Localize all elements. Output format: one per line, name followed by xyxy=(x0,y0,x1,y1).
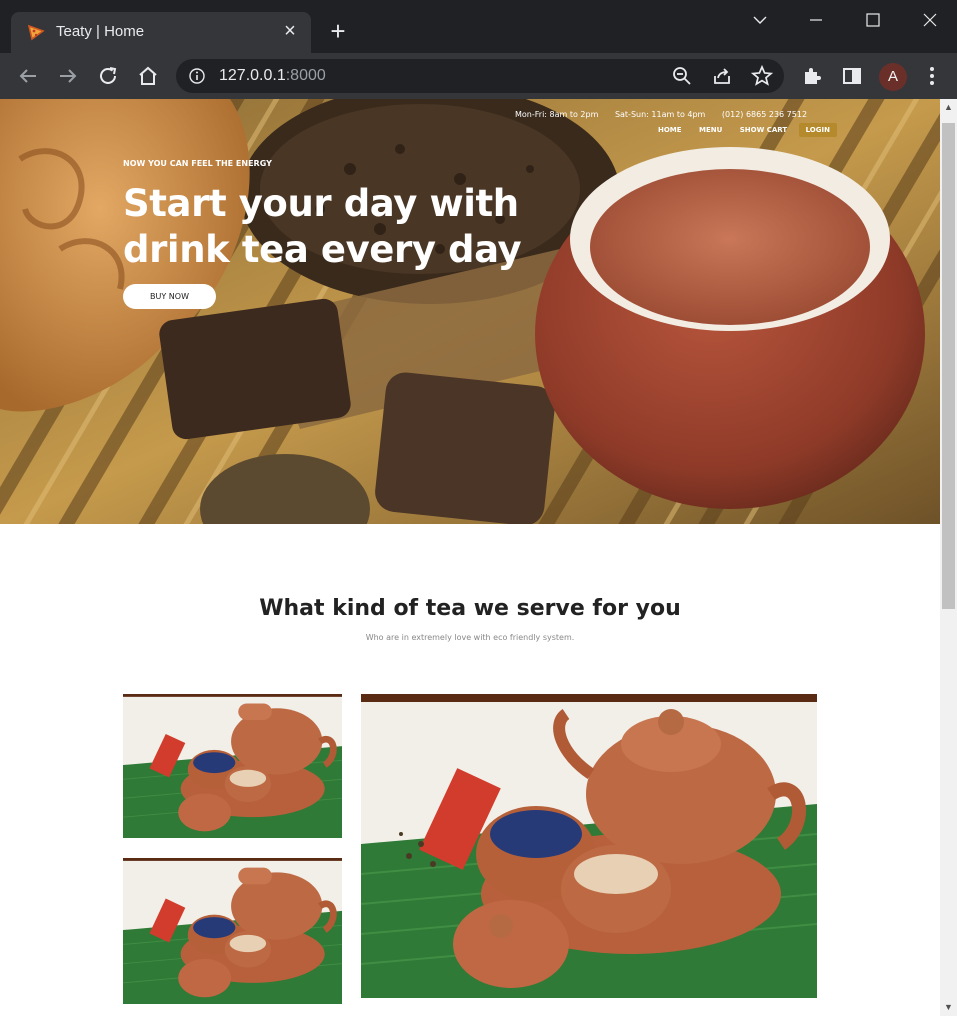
url-port: :8000 xyxy=(285,67,326,84)
page-scrollbar[interactable]: ▲ ▼ xyxy=(940,99,957,1016)
tab-close-icon[interactable]: × xyxy=(279,20,301,42)
zoom-icon[interactable] xyxy=(670,64,694,88)
scroll-thumb[interactable] xyxy=(942,123,955,609)
extensions-puzzle-icon[interactable] xyxy=(800,64,824,88)
tab-search-chevron-icon[interactable] xyxy=(745,8,775,32)
nav-show-cart[interactable]: SHOW CART xyxy=(740,126,787,134)
tea-set-image xyxy=(123,694,342,838)
hero-banner: Mon-Fri: 8am to 2pm Sat-Sun: 11am to 4pm… xyxy=(0,99,940,524)
side-panel-icon[interactable] xyxy=(840,64,864,88)
maximize-icon[interactable] xyxy=(858,8,888,32)
browser-toolbar: 127.0.0.1:8000 A xyxy=(0,53,957,99)
hero-contact-info: Mon-Fri: 8am to 2pm Sat-Sun: 11am to 4pm… xyxy=(515,110,821,119)
nav-home[interactable]: HOME xyxy=(658,126,682,134)
bookmark-star-icon[interactable] xyxy=(750,64,774,88)
reload-icon[interactable] xyxy=(96,64,120,88)
login-button[interactable]: LOGIN xyxy=(798,123,837,137)
buy-now-button[interactable]: BUY NOW xyxy=(123,284,216,309)
tea-set-photo-small-2[interactable] xyxy=(123,858,342,1004)
url-host: 127.0.0.1 xyxy=(219,67,286,84)
page-viewport: Mon-Fri: 8am to 2pm Sat-Sun: 11am to 4pm… xyxy=(0,99,940,1016)
hours-weekday: Mon-Fri: 8am to 2pm xyxy=(515,110,599,119)
scroll-up-icon[interactable]: ▲ xyxy=(940,99,957,116)
forward-arrow-icon[interactable] xyxy=(56,64,80,88)
share-icon[interactable] xyxy=(710,64,734,88)
address-bar[interactable]: 127.0.0.1:8000 xyxy=(176,59,784,93)
tea-set-photo-small-1[interactable] xyxy=(123,694,342,838)
main-nav: HOME MENU SHOW CART LOGIN xyxy=(658,123,837,137)
profile-avatar[interactable]: A xyxy=(879,63,907,91)
browser-tab[interactable]: Teaty | Home × xyxy=(11,12,311,53)
url-text[interactable]: 127.0.0.1:8000 xyxy=(219,67,326,85)
browser-titlebar: Teaty | Home × + xyxy=(0,0,957,53)
hero-title: Start your day with drink tea every day xyxy=(123,182,522,271)
section-title: What kind of tea we serve for you xyxy=(259,596,681,621)
tab-title: Teaty | Home xyxy=(56,23,145,40)
pizza-favicon-icon xyxy=(27,24,45,41)
home-icon[interactable] xyxy=(136,64,160,88)
hours-weekend: Sat-Sun: 11am to 4pm xyxy=(614,110,706,119)
tea-set-image xyxy=(123,858,342,1004)
tea-set-image xyxy=(361,694,817,998)
hero-kicker: NOW YOU CAN FEEL THE ENERGY xyxy=(123,159,272,168)
site-info-icon[interactable] xyxy=(188,67,206,85)
section-subtitle: Who are in extremely love with eco frien… xyxy=(365,633,575,642)
nav-menu[interactable]: MENU xyxy=(699,126,722,134)
close-window-icon[interactable] xyxy=(915,8,945,32)
scroll-down-icon[interactable]: ▼ xyxy=(940,999,957,1016)
tea-set-photo-large[interactable] xyxy=(361,694,817,998)
new-tab-button[interactable]: + xyxy=(326,18,350,44)
kebab-menu-icon[interactable] xyxy=(920,64,944,88)
phone-number: (012) 6865 236 7512 xyxy=(721,110,808,119)
back-arrow-icon[interactable] xyxy=(16,64,40,88)
minimize-icon[interactable] xyxy=(801,8,831,32)
